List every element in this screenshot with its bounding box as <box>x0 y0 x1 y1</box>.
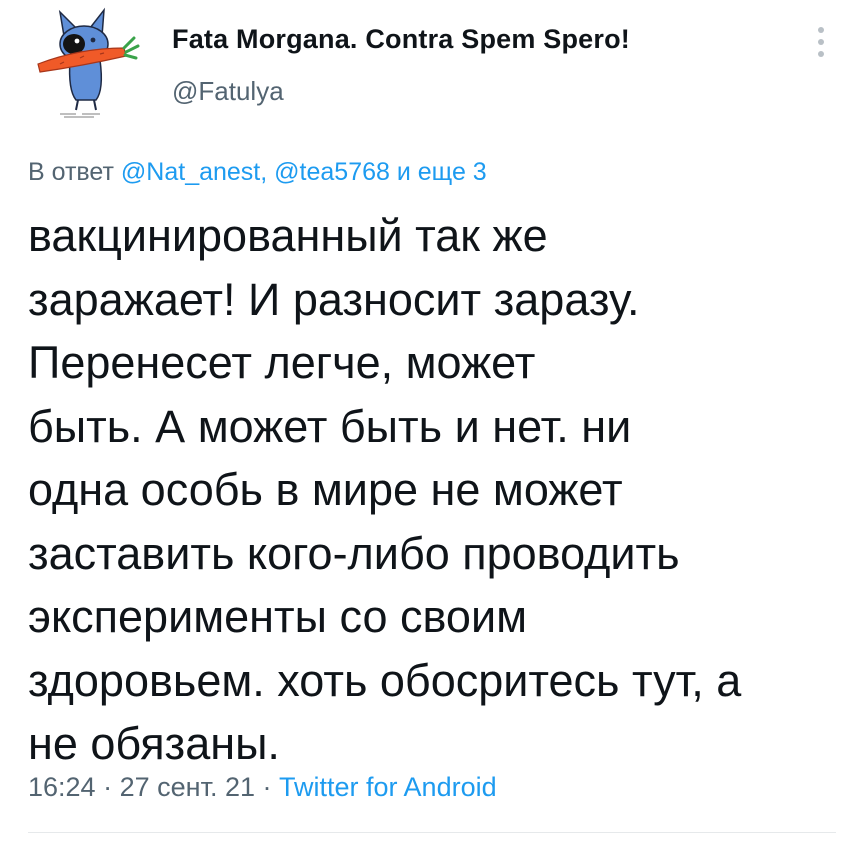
more-dot <box>818 51 824 57</box>
mention-link[interactable]: @Nat_anest, <box>121 158 267 186</box>
more-mentions-link[interactable]: и еще 3 <box>397 158 487 186</box>
tweet-text-line: Перенесет легче, может <box>28 337 536 388</box>
tweet-text-line: одна особь в мире не может <box>28 464 623 515</box>
more-dot <box>818 27 824 33</box>
avatar[interactable] <box>30 6 142 118</box>
meta-separator: · <box>262 772 272 802</box>
tweet-text-line: не обязаны. <box>28 718 280 769</box>
blue-cat-with-carrot-avatar-icon <box>37 7 140 118</box>
tweet-text-line: вакцинированный так же <box>28 210 548 261</box>
meta-separator: · <box>103 772 113 802</box>
tweet-source-link[interactable]: Twitter for Android <box>279 772 497 802</box>
tweet-meta: 16:24 · 27 сент. 21 · Twitter for Androi… <box>28 772 497 803</box>
tweet-text: вакцинированный так же заражает! И разно… <box>28 204 828 776</box>
more-dot <box>818 39 824 45</box>
tweet-text-line: эксперименты со своим <box>28 591 528 642</box>
author-display-name[interactable]: Fata Morgana. Contra Spem Spero! <box>172 24 630 55</box>
tweet-date[interactable]: 27 сент. 21 <box>120 772 255 802</box>
divider <box>28 832 836 833</box>
tweet-text-line: заставить кого-либо проводить <box>28 527 680 579</box>
tweet-time[interactable]: 16:24 <box>28 772 96 802</box>
reply-context: В ответ @Nat_anest, @tea5768 и еще 3 <box>28 158 487 187</box>
tweet-text-line: заражает! И разносит заразу. <box>28 273 640 325</box>
author-handle[interactable]: @Fatulya <box>172 76 284 107</box>
reply-prefix: В ответ <box>28 158 114 186</box>
more-options-icon[interactable] <box>806 22 836 62</box>
tweet-text-line: здоровьем. хоть обосритесь тут, а <box>28 654 742 706</box>
mention-link[interactable]: @tea5768 <box>274 158 390 186</box>
tweet-text-line: быть. А может быть и нет. ни <box>28 400 632 452</box>
